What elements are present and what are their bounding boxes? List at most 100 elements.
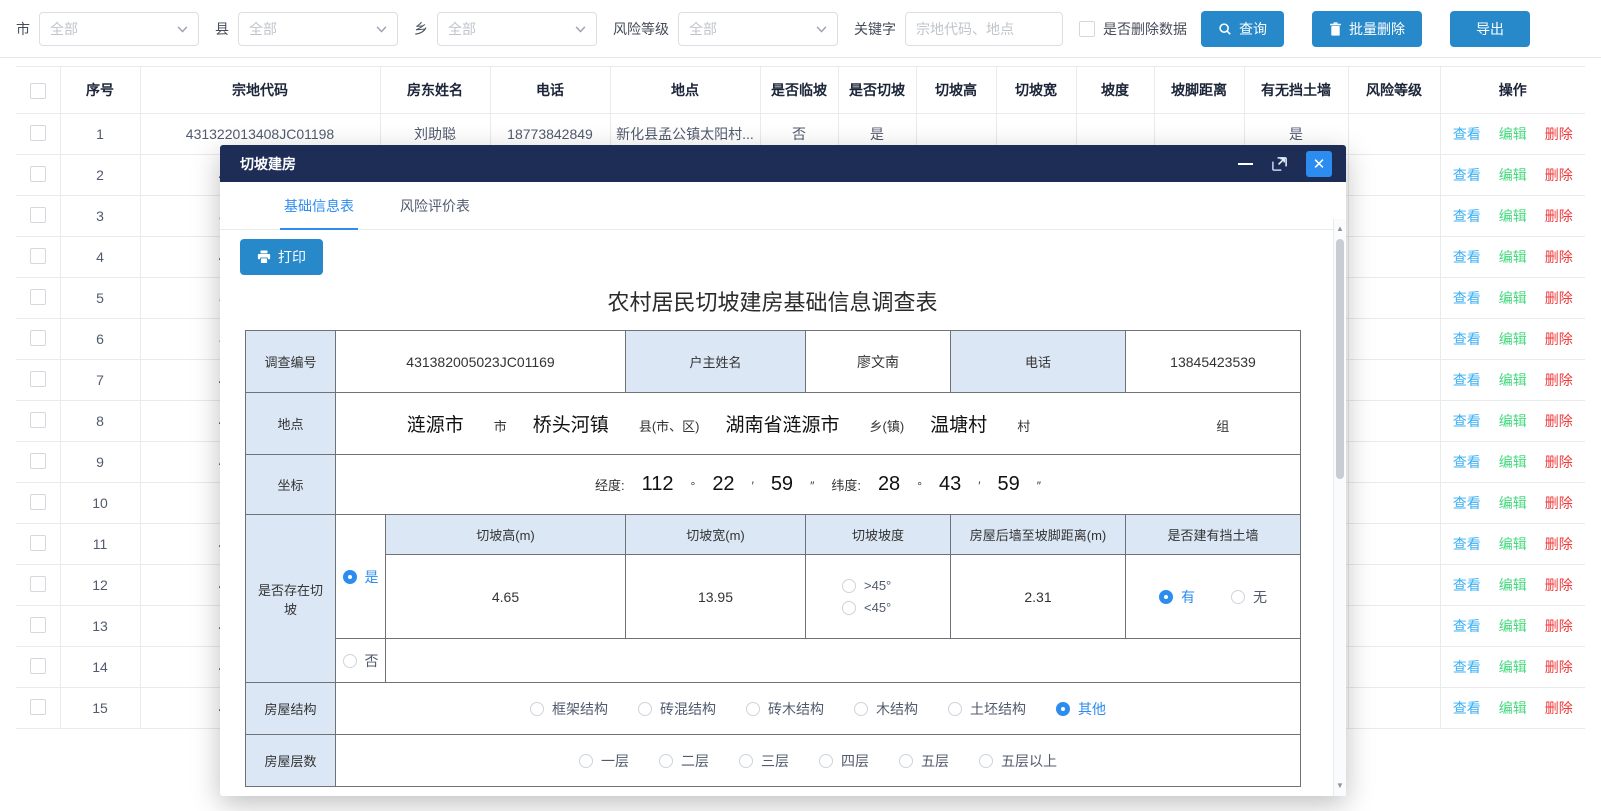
view-link[interactable]: 查看 [1453, 495, 1481, 511]
edit-link[interactable]: 编辑 [1499, 536, 1527, 552]
structure-radio[interactable]: 框架结构 [530, 699, 608, 719]
delete-link[interactable]: 删除 [1545, 618, 1573, 634]
view-link[interactable]: 查看 [1453, 413, 1481, 429]
view-link[interactable]: 查看 [1453, 167, 1481, 183]
township-select[interactable]: 全部 [437, 12, 597, 46]
edit-link[interactable]: 编辑 [1499, 454, 1527, 470]
county-select[interactable]: 全部 [238, 12, 398, 46]
delete-link[interactable]: 删除 [1545, 700, 1573, 716]
row-checkbox[interactable] [30, 453, 46, 469]
view-link[interactable]: 查看 [1453, 290, 1481, 306]
delete-link[interactable]: 删除 [1545, 249, 1573, 265]
tab-basic-info[interactable]: 基础信息表 [284, 182, 354, 229]
delete-link[interactable]: 删除 [1545, 167, 1573, 183]
edit-link[interactable]: 编辑 [1499, 126, 1527, 142]
view-link[interactable]: 查看 [1453, 208, 1481, 224]
edit-link[interactable]: 编辑 [1499, 372, 1527, 388]
export-button[interactable]: 导出 [1450, 11, 1530, 47]
retaining-wall-radio[interactable]: 无 [1231, 587, 1267, 607]
edit-link[interactable]: 编辑 [1499, 413, 1527, 429]
row-checkbox[interactable] [30, 166, 46, 182]
view-link[interactable]: 查看 [1453, 659, 1481, 675]
cell-risk [1348, 237, 1440, 278]
view-link[interactable]: 查看 [1453, 618, 1481, 634]
slope-degree-radio-0[interactable]: >45° [842, 578, 891, 593]
structure-radio[interactable]: 木结构 [854, 699, 918, 719]
view-link[interactable]: 查看 [1453, 249, 1481, 265]
slope-degree-radio-1[interactable]: <45° [842, 600, 891, 615]
search-button[interactable]: 查询 [1201, 11, 1284, 47]
edit-link[interactable]: 编辑 [1499, 577, 1527, 593]
structure-radio[interactable]: 砖木结构 [746, 699, 824, 719]
tab-risk-evaluation[interactable]: 风险评价表 [400, 182, 470, 229]
view-link[interactable]: 查看 [1453, 700, 1481, 716]
delete-data-checkbox[interactable] [1079, 21, 1095, 37]
row-checkbox[interactable] [30, 371, 46, 387]
scrollbar-thumb[interactable] [1336, 239, 1344, 479]
view-link[interactable]: 查看 [1453, 454, 1481, 470]
delete-link[interactable]: 删除 [1545, 290, 1573, 306]
batch-delete-button[interactable]: 批量删除 [1312, 11, 1422, 47]
row-checkbox[interactable] [30, 535, 46, 551]
row-checkbox[interactable] [30, 617, 46, 633]
edit-link[interactable]: 编辑 [1499, 659, 1527, 675]
maximize-button[interactable] [1271, 155, 1288, 172]
print-button[interactable]: 打印 [240, 239, 323, 275]
row-checkbox[interactable] [30, 658, 46, 674]
structure-radio[interactable]: 土坯结构 [948, 699, 1026, 719]
delete-link[interactable]: 删除 [1545, 126, 1573, 142]
delete-link[interactable]: 删除 [1545, 372, 1573, 388]
cut-slope-no-radio[interactable]: 否 [343, 651, 379, 671]
row-checkbox[interactable] [30, 494, 46, 510]
row-checkbox[interactable] [30, 289, 46, 305]
delete-link[interactable]: 删除 [1545, 413, 1573, 429]
retaining-wall-radio[interactable]: 有 [1159, 587, 1195, 607]
delete-link[interactable]: 删除 [1545, 659, 1573, 675]
row-checkbox[interactable] [30, 207, 46, 223]
edit-link[interactable]: 编辑 [1499, 167, 1527, 183]
floors-radio[interactable]: 二层 [659, 751, 709, 771]
structure-radio[interactable]: 其他 [1056, 699, 1106, 719]
edit-link[interactable]: 编辑 [1499, 618, 1527, 634]
keyword-input[interactable]: 宗地代码、地点 [905, 12, 1063, 46]
floors-radio[interactable]: 四层 [819, 751, 869, 771]
delete-link[interactable]: 删除 [1545, 536, 1573, 552]
delete-link[interactable]: 删除 [1545, 208, 1573, 224]
floors-radio[interactable]: 五层以上 [979, 751, 1057, 771]
row-checkbox[interactable] [30, 248, 46, 264]
delete-link[interactable]: 删除 [1545, 454, 1573, 470]
view-link[interactable]: 查看 [1453, 372, 1481, 388]
edit-link[interactable]: 编辑 [1499, 249, 1527, 265]
edit-link[interactable]: 编辑 [1499, 700, 1527, 716]
delete-link[interactable]: 删除 [1545, 495, 1573, 511]
view-link[interactable]: 查看 [1453, 536, 1481, 552]
view-link[interactable]: 查看 [1453, 126, 1481, 142]
structure-radio[interactable]: 砖混结构 [638, 699, 716, 719]
delete-link[interactable]: 删除 [1545, 331, 1573, 347]
floors-radio[interactable]: 一层 [579, 751, 629, 771]
scroll-up-icon[interactable]: ▲ [1334, 224, 1346, 234]
edit-link[interactable]: 编辑 [1499, 495, 1527, 511]
row-checkbox[interactable] [30, 412, 46, 428]
view-link[interactable]: 查看 [1453, 331, 1481, 347]
edit-link[interactable]: 编辑 [1499, 331, 1527, 347]
city-select[interactable]: 全部 [39, 12, 199, 46]
risk-level-select[interactable]: 全部 [678, 12, 838, 46]
floors-radio[interactable]: 三层 [739, 751, 789, 771]
edit-link[interactable]: 编辑 [1499, 290, 1527, 306]
row-checkbox[interactable] [30, 125, 46, 141]
select-all-checkbox[interactable] [30, 83, 46, 99]
row-checkbox[interactable] [30, 576, 46, 592]
delete-link[interactable]: 删除 [1545, 577, 1573, 593]
row-checkbox[interactable] [30, 699, 46, 715]
scroll-down-icon[interactable]: ▼ [1334, 781, 1346, 791]
view-link[interactable]: 查看 [1453, 577, 1481, 593]
modal-scrollbar[interactable]: ▲ ▼ [1333, 219, 1346, 796]
row-checkbox[interactable] [30, 330, 46, 346]
cut-slope-yes-radio[interactable]: 是 [343, 567, 379, 587]
owner-name-value: 廖文南 [806, 331, 951, 393]
minimize-button[interactable] [1238, 163, 1253, 165]
edit-link[interactable]: 编辑 [1499, 208, 1527, 224]
floors-radio[interactable]: 五层 [899, 751, 949, 771]
close-button[interactable]: ✕ [1306, 151, 1332, 177]
